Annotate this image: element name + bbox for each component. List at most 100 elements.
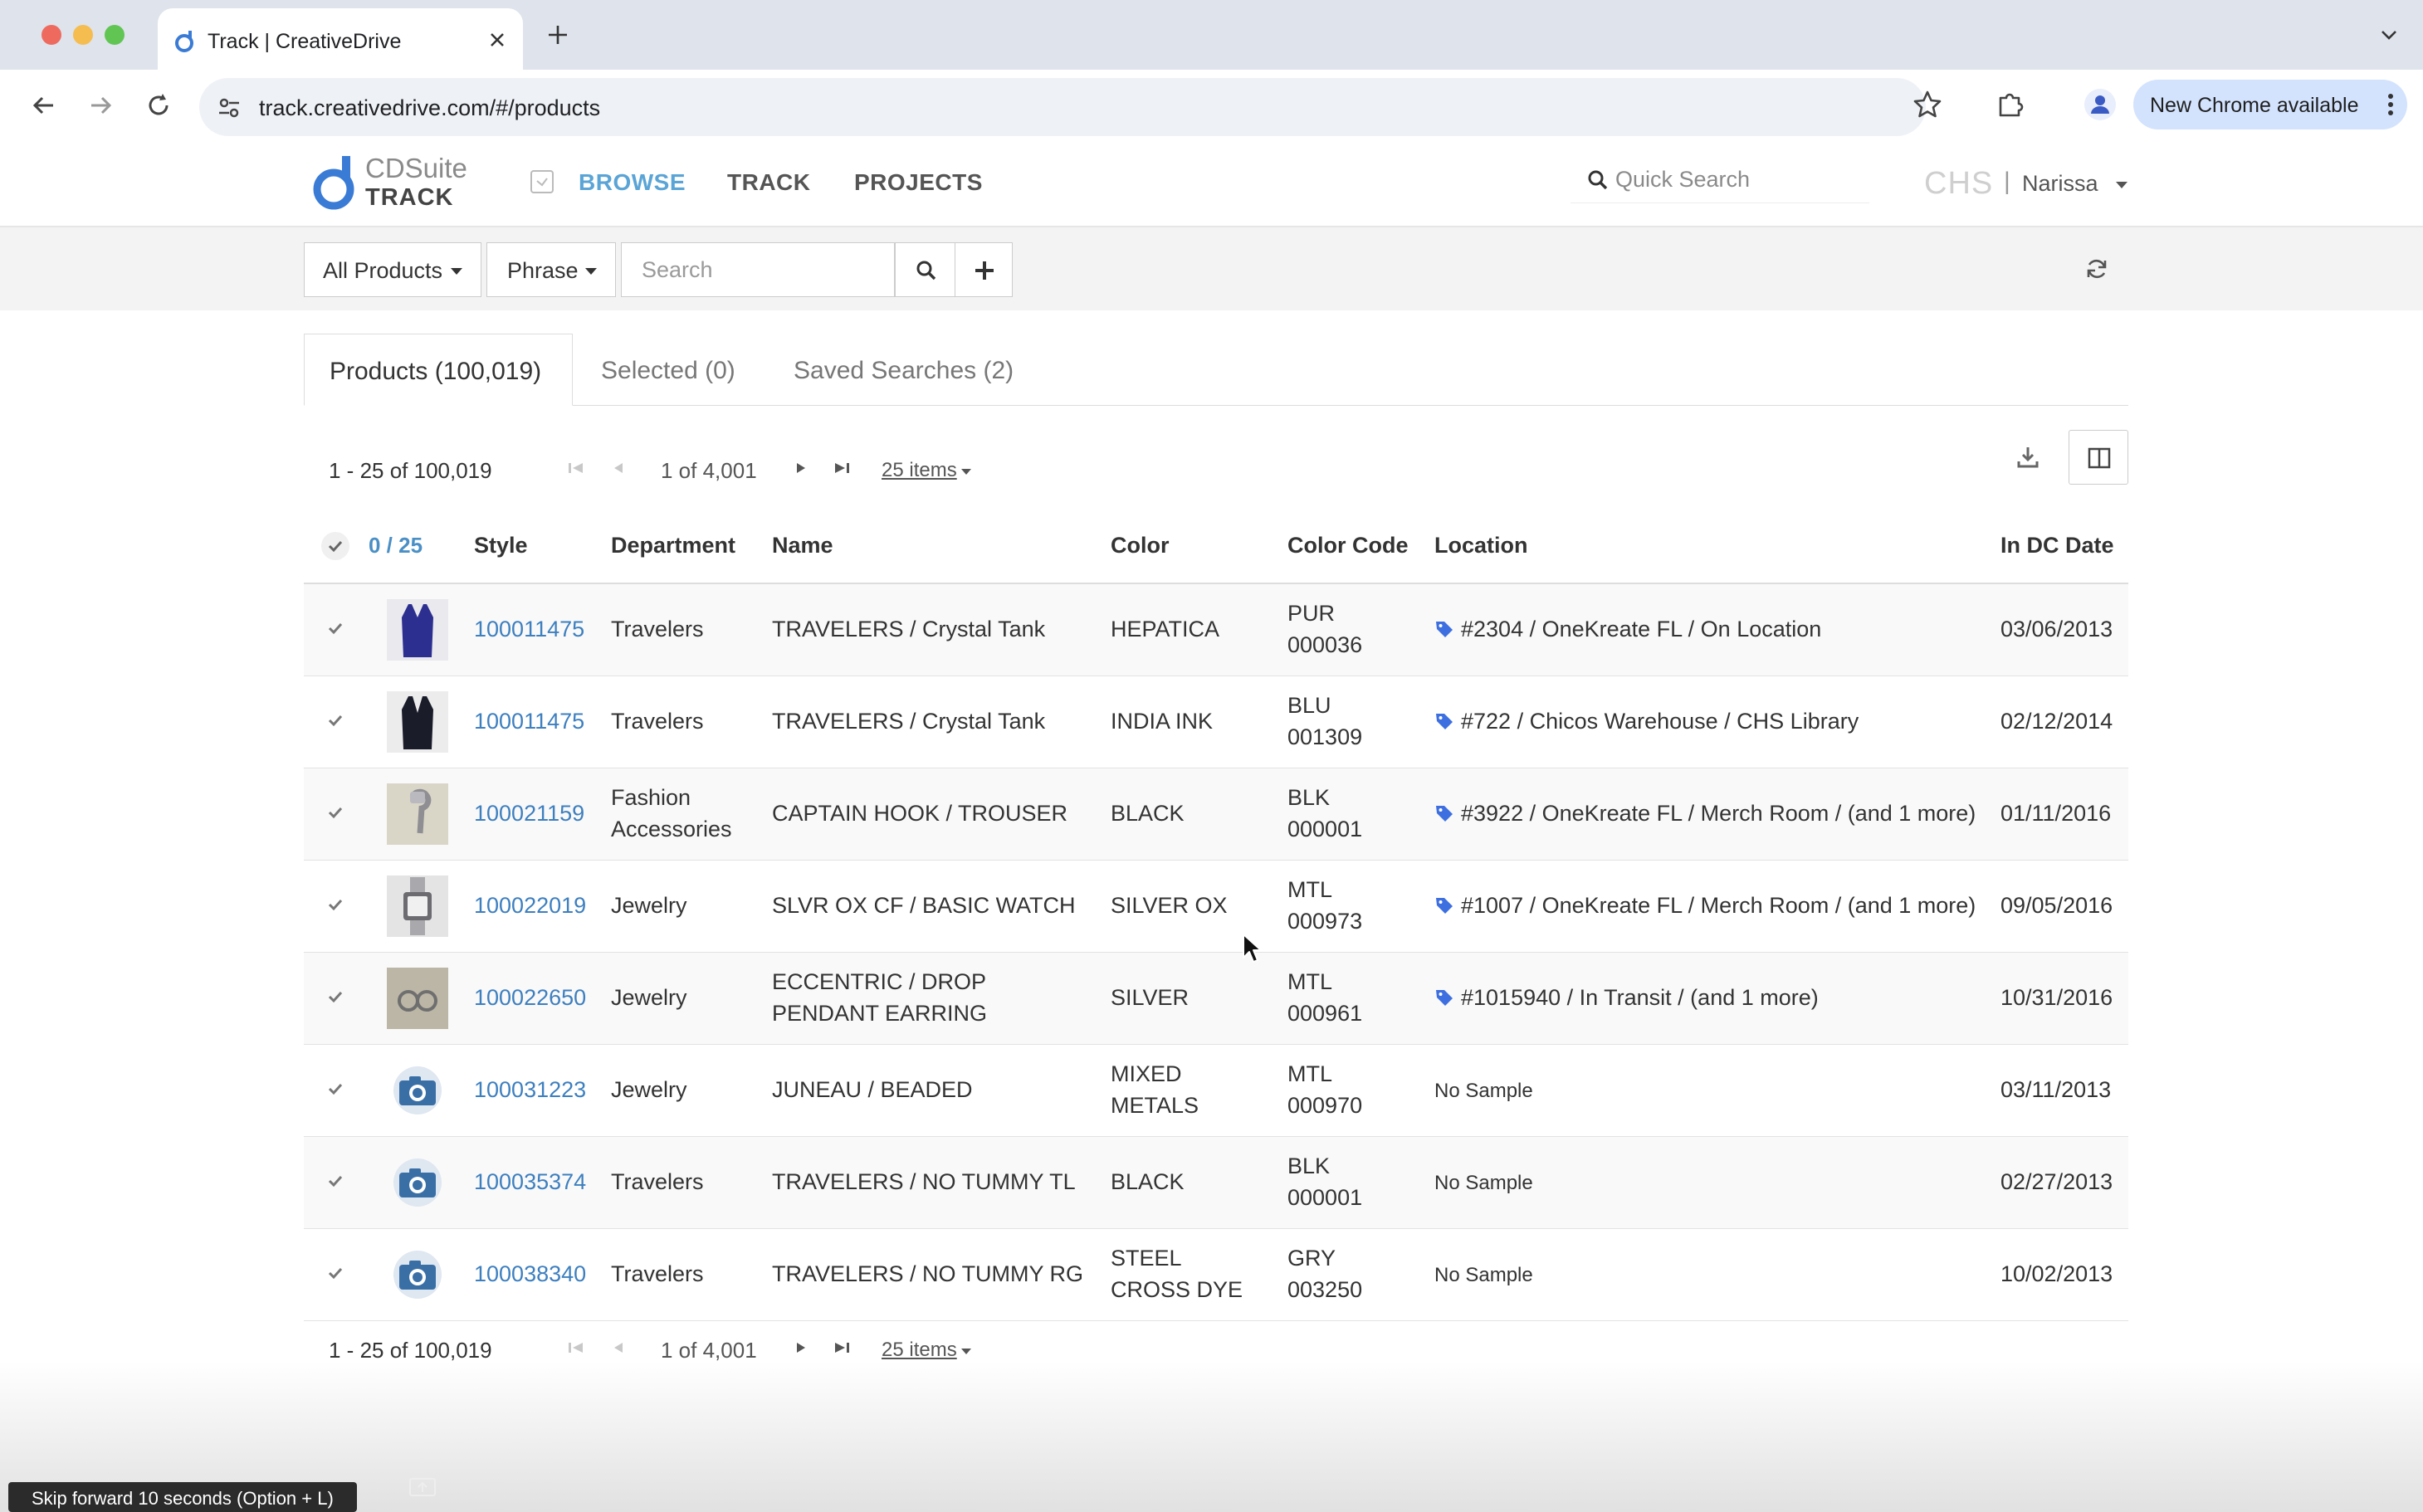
next-page-icon[interactable] [795,1341,807,1354]
refresh-icon[interactable] [2085,257,2108,280]
select-all-checkbox[interactable] [320,531,350,561]
table-row[interactable]: 100022650 Jewelry ECCENTRIC / DROP PENDAN… [304,953,2128,1045]
first-page-icon[interactable] [568,1341,584,1354]
profile-avatar-icon[interactable] [2083,88,2117,121]
row-check-icon[interactable] [320,982,350,1012]
new-tab-plus-icon[interactable] [546,23,569,46]
first-page-icon[interactable] [568,461,584,475]
style-link[interactable]: 100011475 [474,705,584,737]
kebab-menu-icon[interactable] [2387,93,2394,116]
row-check-icon[interactable] [320,705,350,735]
page-size-dropdown[interactable]: 25 items [882,459,957,482]
all-products-dropdown[interactable]: All Products [304,242,481,297]
product-thumbnail[interactable] [387,599,448,661]
location-cell[interactable]: #1015940 / In Transit / (and 1 more) [1434,982,1819,1013]
column-header-style[interactable]: Style [474,533,528,558]
site-info-icon[interactable] [217,96,241,119]
cdsuite-logo-icon[interactable] [310,151,362,216]
tab-selected[interactable]: Selected (0) [573,334,764,405]
camera-icon[interactable] [387,1244,448,1305]
camera-icon[interactable] [387,1152,448,1213]
caret-down-icon[interactable] [961,1349,971,1354]
bookmark-star-icon[interactable] [1913,90,1942,119]
style-link[interactable]: 100038340 [474,1258,586,1290]
header-divider: | [2004,168,2010,195]
product-thumbnail[interactable] [387,691,448,753]
mouse-cursor-icon [1242,933,1263,964]
last-page-icon[interactable] [833,461,850,475]
product-thumbnail[interactable] [387,968,448,1029]
column-header-name[interactable]: Name [772,533,833,558]
tab-search-chevron-icon[interactable] [2379,25,2399,45]
column-header-color-code[interactable]: Color Code [1287,533,1409,558]
column-layout-button[interactable] [2069,430,2128,485]
phrase-dropdown[interactable]: Phrase [486,242,616,297]
extensions-puzzle-icon[interactable] [1996,90,2025,119]
color-code-cell: BLK 000001 [1287,785,1363,841]
column-header-in-dc-date[interactable]: In DC Date [2000,533,2114,558]
table-row[interactable]: 100021159 Fashion Accessories CAPTAIN HOO… [304,768,2128,861]
style-link[interactable]: 100022019 [474,890,586,921]
caret-down-icon[interactable] [2115,181,2128,189]
style-link[interactable]: 100011475 [474,613,584,645]
style-link[interactable]: 100021159 [474,797,584,829]
download-icon[interactable] [2015,445,2040,470]
products-table: 0 / 25 Style Department Name Color Color… [304,515,2128,1321]
camera-icon[interactable] [387,1060,448,1121]
column-header-location[interactable]: Location [1434,533,1528,558]
table-row[interactable]: 100031223 Jewelry JUNEAU / BEADED MIXED M… [304,1045,2128,1137]
search-button[interactable] [895,242,956,297]
quick-search-input[interactable]: Quick Search [1571,156,1869,203]
row-check-icon[interactable] [320,1074,350,1104]
nav-track[interactable]: TRACK [727,169,811,196]
screen-share-icon[interactable] [408,1477,437,1499]
row-check-icon[interactable] [320,797,350,827]
tab-products[interactable]: Products (100,019) [304,334,573,406]
row-check-icon[interactable] [320,890,350,919]
caret-down-icon[interactable] [961,469,971,475]
nav-projects[interactable]: PROJECTS [854,169,983,196]
window-close-button[interactable] [42,25,61,45]
table-row[interactable]: 100022019 Jewelry SLVR OX CF / BASIC WAT… [304,861,2128,953]
page-size-dropdown[interactable]: 25 items [882,1339,957,1362]
last-page-icon[interactable] [833,1341,850,1354]
table-row[interactable]: 100011475 Travelers TRAVELERS / Crystal … [304,676,2128,768]
next-page-icon[interactable] [795,461,807,475]
forward-arrow-icon[interactable] [86,91,115,119]
add-filter-button[interactable] [955,242,1013,297]
table-row[interactable]: 100011475 Travelers TRAVELERS / Crystal … [304,584,2128,676]
product-thumbnail[interactable] [387,875,448,937]
style-link[interactable]: 100035374 [474,1166,586,1197]
department-cell: Jewelry [611,1077,687,1102]
address-bar[interactable]: track.creativedrive.com/#/products [199,78,1926,136]
tag-icon [1436,714,1453,729]
row-check-icon[interactable] [320,613,350,643]
column-header-department[interactable]: Department [611,533,735,558]
column-header-color[interactable]: Color [1111,533,1170,558]
window-minimize-button[interactable] [73,25,93,45]
table-row[interactable]: 100038340 Travelers TRAVELERS / NO TUMMY… [304,1229,2128,1321]
previous-page-icon[interactable] [613,461,624,475]
user-menu[interactable]: Narissa [2022,171,2098,197]
previous-page-icon[interactable] [613,1341,624,1354]
window-maximize-button[interactable] [105,25,125,45]
new-chrome-available-button[interactable]: New Chrome available [2133,80,2407,129]
style-link[interactable]: 100031223 [474,1074,586,1105]
browser-tab[interactable]: Track | CreativeDrive [158,8,523,70]
tab-saved-searches[interactable]: Saved Searches (2) [764,334,1038,405]
location-cell[interactable]: #3922 / OneKreate FL / Merch Room / (and… [1434,797,1976,829]
tab-close-icon[interactable] [488,31,506,49]
location-cell[interactable]: #2304 / OneKreate FL / On Location [1434,613,1821,645]
row-check-icon[interactable] [320,1166,350,1196]
location-cell[interactable]: #1007 / OneKreate FL / Merch Room / (and… [1434,890,1976,921]
row-check-icon[interactable] [320,1258,350,1288]
reload-icon[interactable] [144,91,173,119]
table-row[interactable]: 100035374 Travelers TRAVELERS / NO TUMMY… [304,1137,2128,1229]
style-link[interactable]: 100022650 [474,982,586,1013]
nav-browse[interactable]: BROWSE [579,169,686,196]
product-thumbnail[interactable] [387,783,448,845]
back-arrow-icon[interactable] [30,91,58,119]
location-cell[interactable]: #722 / Chicos Warehouse / CHS Library [1434,705,1859,737]
search-input[interactable] [621,242,895,297]
nav-checkbox-icon[interactable] [530,169,554,194]
